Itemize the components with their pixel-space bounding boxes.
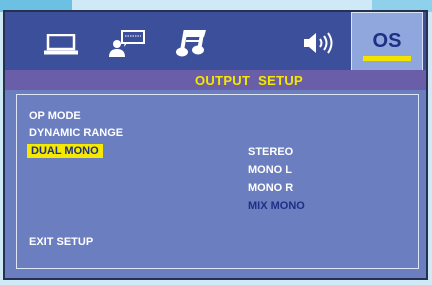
monitor-icon <box>44 34 78 55</box>
music-note-icon <box>176 30 206 57</box>
tab-monitor[interactable] <box>43 34 79 56</box>
tab-selected-underline <box>363 56 411 61</box>
tab-os-label: OS <box>372 30 402 52</box>
tab-audio[interactable] <box>175 28 207 58</box>
option-mono-r[interactable]: MONO R <box>248 181 293 195</box>
page-title: OUTPUT SETUP <box>195 73 303 88</box>
menu-item-dual-mono[interactable]: DUAL MONO <box>27 144 103 158</box>
language-chat-icon <box>109 30 145 57</box>
menu-item-op-mode[interactable]: OP MODE <box>29 109 81 123</box>
tab-os[interactable]: OS <box>351 12 423 72</box>
title-bar: OUTPUT SETUP <box>5 70 426 90</box>
tab-speaker[interactable] <box>303 32 335 54</box>
osd-screen: OS OUTPUT SETUP OP MODE DYNAMIC RANGE DU… <box>3 10 428 280</box>
option-mono-l[interactable]: MONO L <box>248 163 292 177</box>
tab-language[interactable] <box>109 30 145 58</box>
option-mix-mono[interactable]: MIX MONO <box>248 199 305 213</box>
menu-item-exit-setup[interactable]: EXIT SETUP <box>29 235 93 249</box>
menu-item-dynamic-range[interactable]: DYNAMIC RANGE <box>29 126 123 140</box>
option-stereo[interactable]: STEREO <box>248 145 293 159</box>
icon-tab-bar: OS <box>5 12 426 72</box>
speaker-icon <box>304 32 333 54</box>
